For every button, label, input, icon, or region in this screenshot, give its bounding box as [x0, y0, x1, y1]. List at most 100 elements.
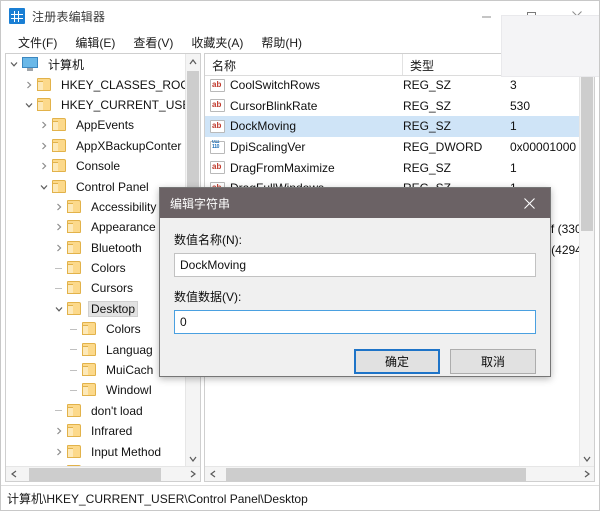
value-name-cell: CursorBlinkRate	[205, 99, 403, 113]
chevron-right-icon[interactable]	[51, 448, 66, 456]
computer-icon	[21, 56, 40, 72]
tree-node-label: Cursors	[91, 281, 134, 296]
value-data-cell: 3	[510, 78, 517, 93]
chevron-down-icon[interactable]	[51, 306, 66, 312]
folder-icon	[81, 342, 98, 357]
menu-help[interactable]: 帮助(H)	[252, 32, 311, 53]
chevron-right-icon[interactable]	[51, 223, 66, 231]
column-header-name[interactable]: 名称	[205, 54, 403, 75]
chevron-right-icon[interactable]	[51, 244, 66, 252]
value-name-cell: CoolSwitchRows	[205, 78, 403, 92]
folder-icon	[66, 199, 83, 214]
folder-icon	[51, 179, 68, 194]
tree-node-label: AppEvents	[76, 118, 135, 133]
tree-scroll-right-icon[interactable]	[185, 467, 200, 482]
tree-node-hkey-current-user[interactable]: HKEY_CURRENT_USER	[6, 95, 185, 115]
tree-node-label: Control Panel	[76, 179, 149, 194]
tree-node--[interactable]: 计算机	[6, 54, 185, 74]
tree-node-label: Input Method	[91, 444, 162, 459]
folder-icon	[81, 322, 98, 336]
ok-button[interactable]: 确定	[354, 349, 440, 374]
chevron-right-icon[interactable]	[36, 142, 51, 150]
menu-view[interactable]: 查看(V)	[124, 32, 182, 53]
string-value-icon	[210, 99, 225, 113]
chevron-down-icon[interactable]	[36, 184, 51, 190]
window-controls	[464, 1, 599, 31]
tree-scroll-left-icon[interactable]	[6, 467, 21, 482]
chevron-right-icon[interactable]	[21, 81, 36, 89]
cancel-button[interactable]: 取消	[450, 349, 536, 374]
tree-scroll-up-icon[interactable]	[186, 54, 200, 69]
chevron-right-icon[interactable]	[36, 162, 51, 170]
value-name-text: CoolSwitchRows	[230, 78, 321, 93]
dialog-title-bar: 编辑字符串	[160, 188, 550, 218]
tree-node-appevents[interactable]: AppEvents	[6, 115, 185, 135]
list-scrollbar-thumb[interactable]	[581, 71, 593, 231]
tree-node-appxbackupconter[interactable]: AppXBackupConter	[6, 136, 185, 156]
dword-value-icon	[210, 140, 225, 154]
chevron-right-icon[interactable]	[51, 203, 66, 211]
value-data-input[interactable]: 0	[174, 310, 536, 334]
value-name-cell: DragFromMaximize	[205, 161, 403, 175]
tree-leaf-dash-icon	[66, 369, 81, 371]
tree-node-console[interactable]: Console	[6, 156, 185, 176]
string-value-icon	[210, 161, 225, 175]
string-value-icon	[210, 78, 225, 92]
column-header-type[interactable]: 类型	[403, 54, 510, 75]
value-data-label: 数值数据(V):	[174, 290, 242, 304]
value-row[interactable]: DragFromMaximize REG_SZ 1	[205, 157, 579, 178]
folder-icon	[66, 220, 83, 234]
close-button[interactable]	[554, 1, 599, 31]
tree-node-label: Colors	[106, 322, 141, 337]
tree-node-label: HKEY_CURRENT_USER	[61, 97, 185, 112]
tree-node-don-t-load[interactable]: don't load	[6, 401, 185, 421]
menu-file[interactable]: 文件(F)	[9, 32, 66, 53]
value-row[interactable]: DpiScalingVer REG_DWORD 0x00001000 (4096)	[205, 137, 579, 158]
list-horizontal-scrollbar[interactable]	[205, 466, 594, 481]
tree-node-infrared[interactable]: Infrared	[6, 421, 185, 441]
tree-node-label: HKEY_CLASSES_ROOT	[61, 77, 185, 92]
chevron-down-icon[interactable]	[6, 61, 21, 67]
chevron-right-icon[interactable]	[36, 121, 51, 129]
tree-scrollbar-thumb[interactable]	[187, 71, 199, 193]
value-name-label: 数值名称(N):	[174, 233, 242, 247]
folder-icon	[66, 444, 83, 459]
tree-node-hkey-classes-root[interactable]: HKEY_CLASSES_ROOT	[6, 74, 185, 94]
list-vertical-scrollbar[interactable]	[579, 54, 594, 466]
value-data-cell: 1	[510, 160, 517, 175]
list-hscrollbar-thumb[interactable]	[226, 467, 526, 481]
tree-node-label: Appearance	[91, 220, 156, 235]
tree-hscrollbar-thumb[interactable]	[29, 467, 161, 481]
tree-node-input-method[interactable]: Input Method	[6, 441, 185, 461]
value-name-input[interactable]: DockMoving	[174, 253, 536, 277]
menu-favorites[interactable]: 收藏夹(A)	[182, 32, 252, 53]
minimize-button[interactable]	[464, 1, 509, 31]
tree-node-windowi[interactable]: WindowI	[6, 380, 185, 400]
tree-node-label: Languag	[106, 342, 153, 357]
chevron-right-icon[interactable]	[51, 427, 66, 435]
tree-scroll-down-icon[interactable]	[186, 451, 200, 466]
folder-icon	[66, 240, 83, 255]
list-scroll-up-icon[interactable]	[580, 54, 594, 69]
list-scroll-right-icon[interactable]	[579, 467, 594, 482]
folder-icon	[66, 301, 83, 316]
status-bar: 计算机\HKEY_CURRENT_USER\Control Panel\Desk…	[1, 485, 599, 510]
tree-node-label: Colors	[91, 261, 126, 276]
title-bar: 注册表编辑器	[1, 1, 599, 31]
status-path: 计算机\HKEY_CURRENT_USER\Control Panel\Desk…	[7, 491, 308, 506]
chevron-down-icon[interactable]	[21, 102, 36, 108]
menu-edit[interactable]: 编辑(E)	[66, 32, 124, 53]
tree-horizontal-scrollbar[interactable]	[6, 466, 200, 481]
value-row[interactable]: DockMoving REG_SZ 1	[205, 116, 579, 137]
tree-leaf-dash-icon	[66, 349, 81, 351]
maximize-button[interactable]	[509, 1, 554, 31]
dialog-body: 数值名称(N): DockMoving 数值数据(V): 0	[160, 218, 550, 334]
list-scroll-left-icon[interactable]	[205, 467, 220, 482]
dialog-close-icon[interactable]	[508, 188, 550, 218]
folder-icon	[66, 424, 83, 438]
value-row[interactable]: CursorBlinkRate REG_SZ 530	[205, 96, 579, 117]
value-row[interactable]: CoolSwitchRows REG_SZ 3	[205, 75, 579, 96]
value-type-cell: REG_DWORD	[403, 140, 483, 155]
tree-node-label: Bluetooth	[91, 240, 142, 255]
list-scroll-down-icon[interactable]	[580, 451, 594, 466]
